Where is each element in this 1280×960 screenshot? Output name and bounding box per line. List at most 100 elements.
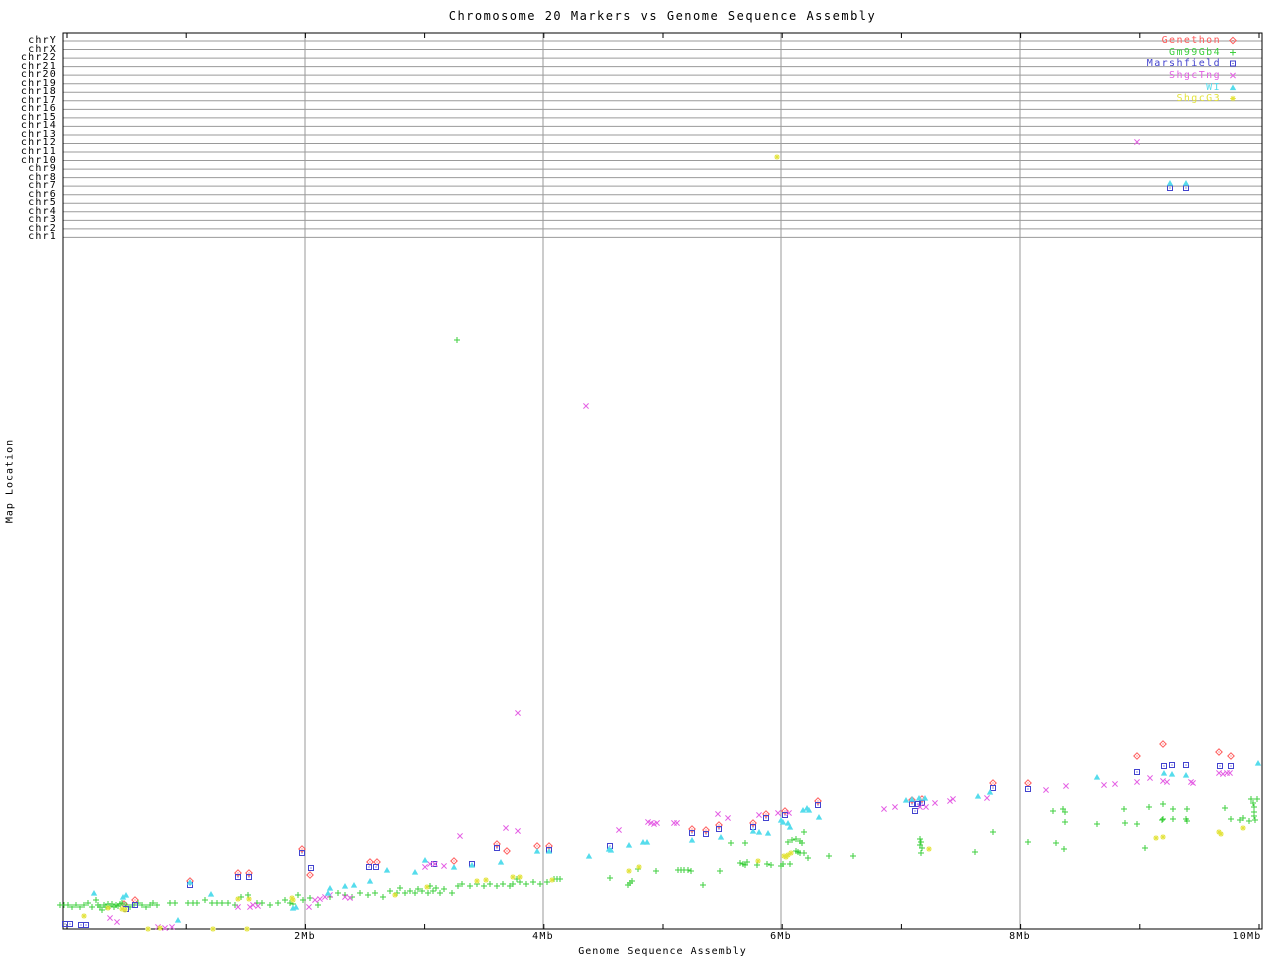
data-point-marker (245, 892, 251, 898)
data-point-marker (742, 840, 748, 846)
data-point-marker (1255, 760, 1261, 766)
data-point-marker (517, 874, 523, 880)
data-point-marker (1184, 806, 1190, 812)
x-axis-tick-label: 2Mb (294, 931, 316, 942)
legend-marker-icon (1226, 58, 1240, 69)
data-point-marker (510, 874, 516, 880)
data-point-marker (923, 804, 928, 809)
data-point-marker (114, 919, 119, 924)
data-point-marker (437, 890, 443, 896)
data-point-marker (349, 894, 355, 900)
x-axis-tick-label: 4Mb (532, 931, 554, 942)
data-point-marker (586, 853, 592, 859)
data-point-marker (1101, 782, 1106, 787)
legend-label: ShgcG3 (1176, 93, 1221, 104)
data-point-marker (1183, 180, 1189, 186)
data-point-marker (826, 853, 832, 859)
data-point-marker (1159, 817, 1165, 823)
data-point-marker (544, 879, 550, 885)
data-point-marker (219, 900, 225, 906)
data-point-marker (494, 883, 500, 889)
data-point-marker (500, 881, 506, 887)
legend-label: Gm99Gb4 (1169, 47, 1221, 58)
legend-item: Marshfield (1100, 58, 1240, 70)
legend-marker-icon (1226, 70, 1240, 81)
data-point-marker (424, 884, 430, 890)
data-point-marker (517, 879, 523, 885)
series-marshfield-points (63, 186, 1234, 928)
data-point-marker (422, 857, 428, 863)
data-point-marker (764, 861, 770, 867)
data-point-marker (422, 864, 427, 869)
data-point-marker (607, 875, 613, 881)
data-point-marker (990, 829, 996, 835)
legend-label: ShgcTng (1169, 70, 1221, 81)
y-axis-label: Map Location (5, 439, 16, 523)
legend-item: Gm99Gb4 (1100, 47, 1240, 59)
data-point-marker (788, 850, 794, 856)
data-point-marker (325, 890, 331, 896)
data-point-marker (1170, 806, 1176, 812)
data-point-marker (700, 882, 706, 888)
data-point-marker (530, 879, 536, 885)
data-point-marker (397, 885, 403, 891)
data-point-marker (250, 902, 255, 907)
data-point-marker (157, 925, 163, 931)
legend-item: ShgcTng (1100, 70, 1240, 82)
data-point-marker (342, 883, 348, 889)
data-point-marker (380, 894, 386, 900)
x-axis-tick-label: 10Mb (1233, 931, 1262, 942)
data-point-marker (728, 840, 734, 846)
data-point-marker (1227, 770, 1232, 775)
legend-marker-icon (1226, 82, 1240, 93)
data-point-marker (644, 839, 650, 845)
data-point-marker (247, 904, 252, 909)
data-point-marker (441, 863, 446, 868)
data-point-marker (674, 820, 679, 825)
data-point-marker (1240, 825, 1246, 831)
legend-item: Genethon (1100, 35, 1240, 47)
data-point-marker (1160, 834, 1166, 840)
data-point-marker (768, 862, 774, 868)
legend-item: ShgcG3 (1100, 93, 1240, 105)
data-point-marker (987, 789, 993, 795)
data-point-marker (1112, 781, 1117, 786)
data-point-marker (626, 868, 632, 874)
data-point-marker (515, 828, 520, 833)
data-point-marker (947, 798, 952, 803)
plot-border (63, 33, 1262, 929)
data-point-marker (449, 890, 455, 896)
data-point-marker (903, 797, 909, 803)
data-point-marker (755, 858, 761, 864)
data-point-marker (275, 900, 281, 906)
data-point-marker (1147, 775, 1152, 780)
data-point-marker (1063, 783, 1068, 788)
data-point-marker (307, 895, 313, 901)
data-point-marker (107, 915, 112, 920)
data-point-marker (534, 848, 540, 854)
legend-marker-icon (1226, 93, 1240, 104)
data-point-marker (1170, 816, 1176, 822)
data-point-marker (725, 815, 730, 820)
data-point-marker (583, 403, 588, 408)
x-axis-tick-label: 6Mb (770, 931, 792, 942)
data-point-marker (392, 892, 398, 898)
data-point-marker (926, 846, 932, 852)
data-point-marker (81, 913, 87, 919)
legend-marker-icon (1226, 47, 1240, 58)
data-point-marker (267, 902, 273, 908)
data-point-marker (255, 903, 260, 908)
data-point-marker (246, 896, 252, 902)
data-point-marker (433, 885, 439, 891)
data-point-marker (549, 877, 555, 883)
data-point-marker (805, 855, 811, 861)
gridlines (63, 33, 1262, 929)
data-point-marker (1190, 780, 1195, 785)
data-point-marker (441, 886, 447, 892)
data-point-marker (718, 834, 724, 840)
data-point-marker (317, 896, 322, 901)
series-shgcg3-points (81, 154, 1246, 932)
data-point-marker (975, 793, 981, 799)
data-point-marker (557, 876, 563, 882)
data-point-marker (1043, 787, 1048, 792)
